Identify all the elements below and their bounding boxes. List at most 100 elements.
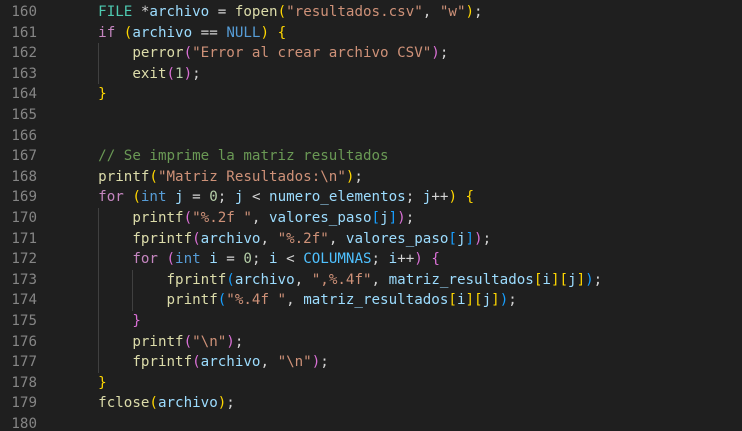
code-content: for (int j = 0; j < numero_elementos; j+…: [98, 187, 474, 208]
code-token: int: [175, 251, 201, 268]
line-number: 163: [11, 65, 37, 82]
code-token: ): [448, 189, 457, 206]
code-content: }: [132, 311, 141, 332]
code-token: "resultados.csv": [286, 4, 423, 20]
code-token: ;: [593, 271, 603, 288]
code-token: fprintf: [132, 230, 193, 247]
code-token: ++: [397, 251, 415, 268]
code-token: ]: [465, 292, 475, 309]
code-token: fprintf: [132, 354, 193, 371]
code-token: ): [183, 65, 193, 82]
code-line[interactable]: 165: [0, 105, 742, 126]
code-line[interactable]: 163 exit(1);: [0, 64, 742, 85]
code-token: ;: [439, 45, 449, 62]
code-line[interactable]: 160 FILE *archivo = fopen("resultados.csv…: [0, 2, 742, 23]
line-number: 170: [11, 210, 37, 226]
code-token: ;: [405, 189, 423, 206]
code-line[interactable]: 172 for (int i = 0; i < COLUMNAS; i++) {: [0, 249, 742, 270]
code-token: ): [431, 45, 440, 62]
code-line[interactable]: 179 fclose(archivo);: [0, 393, 742, 414]
code-content: printf("\n");: [132, 332, 243, 353]
code-token: printf: [132, 333, 184, 350]
code-line[interactable]: 175}: [0, 311, 742, 332]
code-line[interactable]: 173 fprintf(archivo, ",%.4f", matriz_resu…: [0, 270, 742, 291]
code-token: ): [474, 230, 483, 247]
code-token: ;: [371, 251, 389, 268]
code-token: [: [474, 292, 483, 309]
line-number: 174: [11, 292, 37, 309]
code-token: [: [448, 230, 457, 247]
line-number: 173: [11, 271, 37, 288]
line-number: 164: [11, 86, 37, 103]
code-token: ,: [294, 271, 312, 288]
code-content: perror("Error al crear archivo CSV");: [132, 43, 448, 64]
code-token: for: [98, 189, 124, 206]
code-token: "\n": [277, 354, 312, 371]
code-token: }: [98, 86, 107, 103]
code-token: ): [414, 251, 423, 268]
code-line[interactable]: 180: [0, 414, 742, 431]
code-token: ,: [260, 354, 278, 371]
indent-guide: [98, 43, 99, 85]
code-token: (: [277, 4, 287, 20]
code-token: FILE: [98, 4, 133, 20]
code-token: j: [175, 189, 184, 206]
code-line[interactable]: 166: [0, 126, 742, 147]
code-token: "%.2f ": [192, 210, 252, 226]
code-token: 0: [243, 251, 252, 268]
code-content: // Se imprime la matriz resultados: [98, 146, 388, 167]
code-token: archivo: [132, 24, 193, 41]
code-token: NULL: [226, 24, 261, 41]
code-content: fprintf(archivo, "\n");: [132, 352, 329, 373]
code-token: j: [482, 292, 492, 309]
indent-guide: [98, 208, 99, 373]
code-line[interactable]: 178}: [0, 373, 742, 394]
code-token: valores_paso: [345, 230, 449, 247]
code-line[interactable]: 168 printf("Matriz Resultados:\n");: [0, 167, 742, 188]
code-token: printf: [98, 168, 150, 185]
code-content: }: [98, 373, 107, 394]
code-token: {: [431, 251, 440, 268]
code-token: ;: [226, 395, 235, 412]
code-line[interactable]: 169 for (int j = 0; j < numero_elementos;…: [0, 187, 742, 208]
code-line[interactable]: 174 printf("%.4f ", matriz_resultados[i][…: [0, 290, 742, 311]
code-token: ",%.4f": [311, 271, 372, 288]
code-token: exit: [132, 65, 167, 82]
code-token: archivo: [157, 395, 218, 412]
code-editor[interactable]: 160 FILE *archivo = fopen("resultados.csv…: [0, 0, 742, 431]
code-token: ;: [405, 210, 415, 226]
code-token: ,: [286, 292, 304, 309]
code-token: ]: [388, 210, 398, 226]
code-line[interactable]: 170 printf("%.2f ", valores_paso[j]);: [0, 208, 742, 229]
code-token: 0: [209, 189, 218, 206]
code-token: i: [542, 271, 551, 288]
code-token: ;: [474, 4, 483, 20]
line-number: 166: [11, 127, 37, 144]
code-line[interactable]: 177 fprintf(archivo, "\n");: [0, 352, 742, 373]
code-token: fopen: [234, 4, 278, 20]
line-number: 180: [11, 416, 37, 431]
code-line[interactable]: 171 fprintf(archivo, "%.2f", valores_paso…: [0, 229, 742, 250]
code-token: =: [217, 251, 244, 268]
code-line[interactable]: 164}: [0, 84, 742, 105]
code-line[interactable]: 162 perror("Error al crear archivo CSV");: [0, 43, 742, 64]
line-number: 179: [11, 395, 37, 412]
code-content: for (int i = 0; i < COLUMNAS; i++) {: [132, 249, 440, 270]
code-token: ,: [328, 230, 346, 247]
line-number: 171: [11, 230, 37, 247]
code-token: ): [585, 271, 594, 288]
code-token: }: [98, 374, 107, 391]
code-token: (: [132, 189, 141, 206]
code-content: fprintf(archivo, ",%.4f", matriz_resulta…: [167, 270, 603, 291]
line-number: 161: [11, 24, 37, 41]
code-line[interactable]: 176 printf("\n");: [0, 332, 742, 353]
code-token: archivo: [200, 354, 261, 371]
code-line[interactable]: 167 // Se imprime la matriz resultados: [0, 146, 742, 167]
code-token: ;: [482, 230, 492, 247]
code-token: ): [397, 210, 406, 226]
code-token: ;: [217, 189, 235, 206]
code-token: (: [192, 230, 201, 247]
code-line[interactable]: 161 if (archivo == NULL) {: [0, 23, 742, 44]
